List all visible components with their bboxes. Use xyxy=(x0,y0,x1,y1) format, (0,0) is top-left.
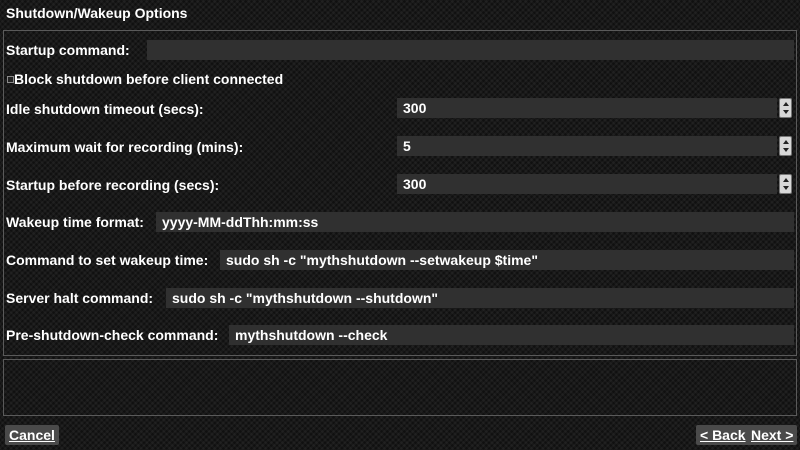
idle-timeout-spin-buttons[interactable] xyxy=(779,98,792,118)
halt-command-input[interactable]: sudo sh -c "mythshutdown --shutdown" xyxy=(166,288,794,308)
spin-down-icon[interactable] xyxy=(783,186,789,190)
set-wakeup-command-input[interactable]: sudo sh -c "mythshutdown --setwakeup $ti… xyxy=(220,250,794,270)
next-button[interactable]: Next > xyxy=(747,425,798,445)
spin-up-icon[interactable] xyxy=(783,102,789,106)
idle-timeout-label: Idle shutdown timeout (secs): xyxy=(6,101,204,117)
precheck-command-label: Pre-shutdown-check command: xyxy=(6,327,219,343)
help-panel xyxy=(3,359,797,416)
max-wait-spin-buttons[interactable] xyxy=(779,136,792,156)
max-wait-label: Maximum wait for recording (mins): xyxy=(6,139,244,155)
spin-up-icon[interactable] xyxy=(783,178,789,182)
halt-command-label: Server halt command: xyxy=(6,290,154,306)
block-shutdown-label: Block shutdown before client connected xyxy=(14,71,284,87)
spin-up-icon[interactable] xyxy=(783,140,789,144)
back-button[interactable]: < Back xyxy=(696,425,750,445)
startup-before-spinbox[interactable]: 300 xyxy=(397,174,777,194)
wakeup-format-label: Wakeup time format: xyxy=(6,214,144,230)
startup-before-spin-buttons[interactable] xyxy=(779,174,792,194)
window-title: Shutdown/Wakeup Options xyxy=(6,5,188,21)
wakeup-format-input[interactable]: yyyy-MM-ddThh:mm:ss xyxy=(156,212,794,232)
cancel-button[interactable]: Cancel xyxy=(5,425,59,445)
set-wakeup-command-label: Command to set wakeup time: xyxy=(6,252,209,268)
spin-down-icon[interactable] xyxy=(783,148,789,152)
startup-command-label: Startup command: xyxy=(6,42,130,58)
startup-before-label: Startup before recording (secs): xyxy=(6,177,220,193)
idle-timeout-spinbox[interactable]: 300 xyxy=(397,98,777,118)
spin-down-icon[interactable] xyxy=(783,110,789,114)
precheck-command-input[interactable]: mythshutdown --check xyxy=(229,325,794,345)
startup-command-input[interactable] xyxy=(147,40,794,60)
block-shutdown-checkbox[interactable] xyxy=(7,76,14,83)
max-wait-spinbox[interactable]: 5 xyxy=(397,136,777,156)
